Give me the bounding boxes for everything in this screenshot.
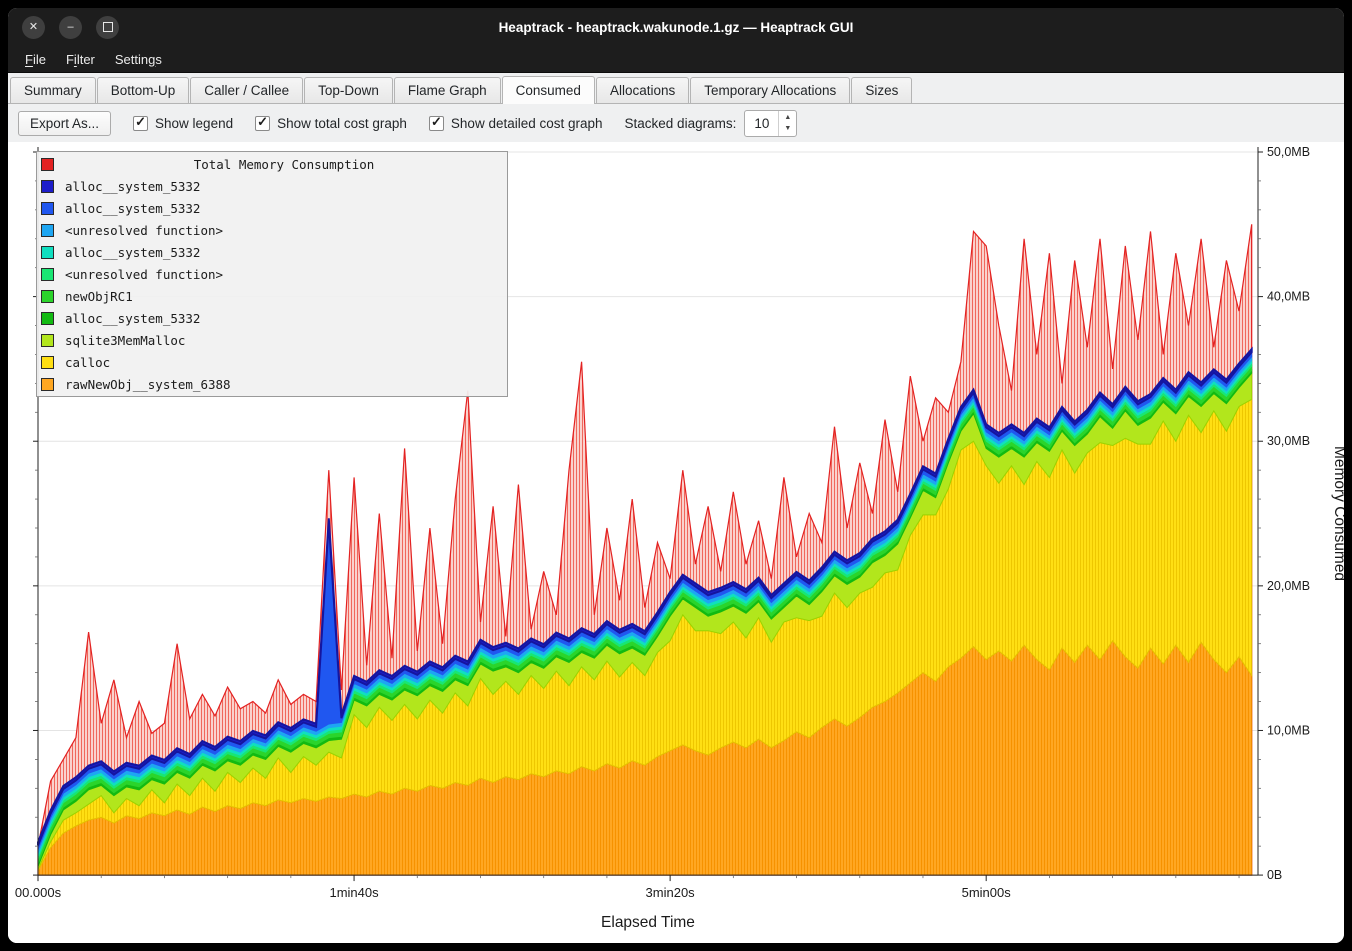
legend-swatch	[41, 334, 54, 347]
show-detailed-cost-label: Show detailed cost graph	[451, 116, 603, 131]
show-legend-group: Show legend	[133, 116, 233, 131]
spin-down-icon[interactable]: ▼	[779, 123, 796, 134]
show-detailed-cost-checkbox[interactable]	[429, 116, 444, 131]
close-button[interactable]: ✕	[22, 16, 45, 39]
maximize-icon	[103, 22, 113, 32]
legend-label: sqlite3MemMalloc	[65, 333, 185, 348]
legend-label: alloc__system_5332	[65, 201, 200, 216]
legend-label: <unresolved function>	[65, 223, 223, 238]
legend-item: sqlite3MemMalloc	[37, 329, 507, 351]
legend-label: alloc__system_5332	[65, 245, 200, 260]
toolbar: Export As... Show legend Show total cost…	[8, 104, 1344, 142]
legend-item: alloc__system_5332	[37, 197, 507, 219]
axis-tick-label: 40,0MB	[1267, 290, 1310, 304]
legend-swatch	[41, 202, 54, 215]
legend-item: rawNewObj__system_6388	[37, 373, 507, 395]
axis-tick-label: 5min00s	[962, 885, 1012, 900]
legend-item: <unresolved function>	[37, 263, 507, 285]
titlebar[interactable]: ✕ – Heaptrack - heaptrack.wakunode.1.gz …	[8, 8, 1344, 46]
chart-area: 0B 10,0MB 20,0MB 30,0MB 40,0MB 50,0MB 00.000s 1…	[8, 142, 1344, 943]
desktop-screen: ✕ – Heaptrack - heaptrack.wakunode.1.gz …	[0, 0, 1352, 951]
stacked-diagrams-value[interactable]: 10	[745, 111, 778, 136]
export-as-button[interactable]: Export As...	[18, 111, 111, 136]
legend-title: Total Memory Consumption	[65, 157, 503, 172]
legend-label: alloc__system_5332	[65, 179, 200, 194]
legend-swatch	[41, 180, 54, 193]
tab-consumed[interactable]: Consumed	[502, 76, 595, 104]
tab-summary[interactable]: Summary	[10, 77, 96, 103]
legend-title-row: Total Memory Consumption	[37, 153, 507, 175]
heaptrack-window: ✕ – Heaptrack - heaptrack.wakunode.1.gz …	[8, 8, 1344, 943]
minimize-button[interactable]: –	[59, 16, 82, 39]
menubar: File Filter Settings	[8, 46, 1344, 73]
x-axis-title: Elapsed Time	[601, 914, 695, 931]
menu-file[interactable]: File	[16, 49, 55, 70]
axis-tick-label: 0B	[1267, 868, 1282, 882]
show-total-cost-checkbox[interactable]	[255, 116, 270, 131]
tab-temporary-allocations[interactable]: Temporary Allocations	[690, 77, 850, 103]
legend-label: rawNewObj__system_6388	[65, 377, 231, 392]
legend-swatch	[41, 290, 54, 303]
legend-swatch	[41, 378, 54, 391]
legend-swatch	[41, 246, 54, 259]
axis-tick-label: 30,0MB	[1267, 434, 1310, 448]
stacked-diagrams-spinbox[interactable]: 10 ▲ ▼	[744, 110, 797, 137]
stacked-diagrams-group: Stacked diagrams: 10 ▲ ▼	[625, 110, 798, 137]
legend-label: calloc	[65, 355, 110, 370]
legend-label: alloc__system_5332	[65, 311, 200, 326]
stacked-diagrams-label: Stacked diagrams:	[625, 116, 737, 131]
axis-tick-label: 00.000s	[15, 885, 62, 900]
tab-top-down[interactable]: Top-Down	[304, 77, 393, 103]
axis-tick-label: 3min20s	[646, 885, 696, 900]
axis-tick-label: 20,0MB	[1267, 579, 1310, 593]
legend-item: alloc__system_5332	[37, 241, 507, 263]
show-total-cost-group: Show total cost graph	[255, 116, 407, 131]
legend-label: newObjRC1	[65, 289, 133, 304]
show-legend-label: Show legend	[155, 116, 233, 131]
legend-item: <unresolved function>	[37, 219, 507, 241]
tab-sizes[interactable]: Sizes	[851, 77, 912, 103]
tab-allocations[interactable]: Allocations	[596, 77, 689, 103]
spin-up-icon[interactable]: ▲	[779, 112, 796, 123]
legend-rows: alloc__system_5332 alloc__system_5332 <unr…	[37, 175, 507, 395]
y-axis-title: Memory Consumed	[1331, 446, 1344, 581]
legend-label: <unresolved function>	[65, 267, 223, 282]
show-total-cost-label: Show total cost graph	[277, 116, 407, 131]
maximize-button[interactable]	[96, 16, 119, 39]
legend-swatch	[41, 356, 54, 369]
legend-item: calloc	[37, 351, 507, 373]
show-legend-checkbox[interactable]	[133, 116, 148, 131]
tab-flame-graph[interactable]: Flame Graph	[394, 77, 501, 103]
menu-filter[interactable]: Filter	[57, 49, 104, 70]
axis-tick-label: 1min40s	[329, 885, 379, 900]
window-controls: ✕ –	[22, 8, 119, 46]
legend-swatch	[41, 224, 54, 237]
chart-legend: Total Memory Consumption alloc__system_5…	[36, 151, 508, 397]
legend-item: alloc__system_5332	[37, 307, 507, 329]
legend-title-swatch	[41, 158, 54, 171]
tab-caller-callee[interactable]: Caller / Callee	[190, 77, 303, 103]
legend-item: newObjRC1	[37, 285, 507, 307]
legend-swatch	[41, 312, 54, 325]
show-detailed-cost-group: Show detailed cost graph	[429, 116, 603, 131]
tabbar: Summary Bottom-Up Caller / Callee Top-Do…	[8, 73, 1344, 104]
axis-tick-label: 50,0MB	[1267, 145, 1310, 159]
spin-buttons: ▲ ▼	[778, 111, 796, 136]
tab-bottom-up[interactable]: Bottom-Up	[97, 77, 190, 103]
axis-tick-label: 10,0MB	[1267, 723, 1310, 737]
window-title: Heaptrack - heaptrack.wakunode.1.gz — He…	[499, 20, 854, 35]
legend-swatch	[41, 268, 54, 281]
menu-settings[interactable]: Settings	[106, 49, 171, 70]
legend-item: alloc__system_5332	[37, 175, 507, 197]
